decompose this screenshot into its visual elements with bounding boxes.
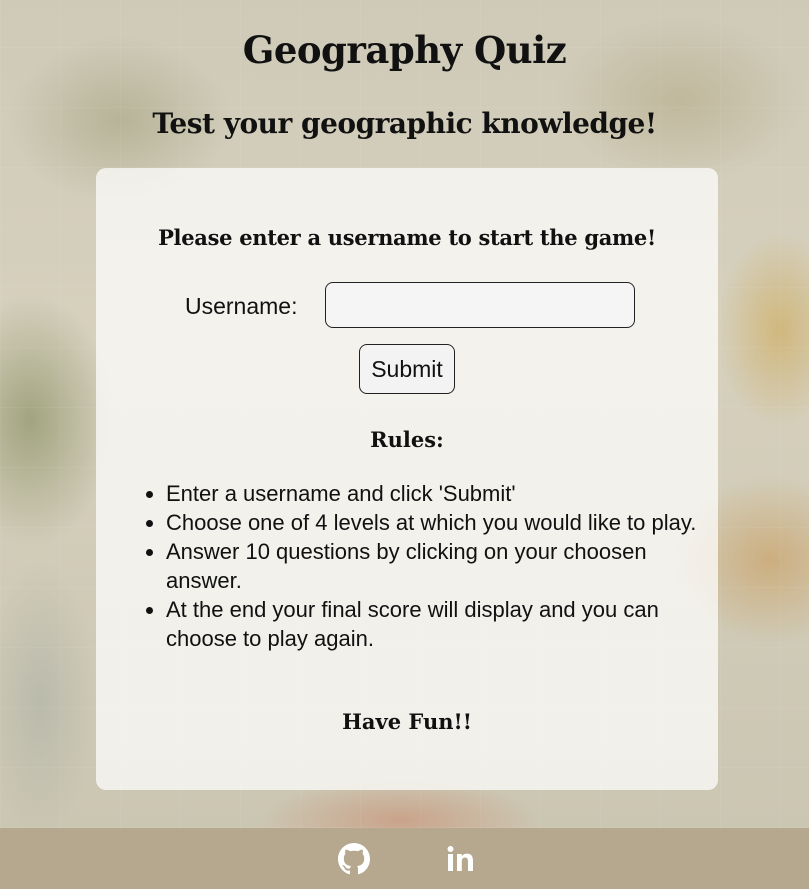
quiz-start-card: Please enter a username to start the gam… xyxy=(96,168,718,790)
username-prompt: Please enter a username to start the gam… xyxy=(158,225,656,250)
have-fun-text: Have Fun!! xyxy=(342,709,472,734)
rules-list: Enter a username and click 'Submit' Choo… xyxy=(146,479,706,653)
footer xyxy=(0,828,809,889)
github-link[interactable] xyxy=(338,843,370,875)
username-input[interactable] xyxy=(325,282,635,328)
submit-button[interactable]: Submit xyxy=(359,344,455,394)
page-title: Geography Quiz xyxy=(242,28,567,72)
page-subtitle: Test your geographic knowledge! xyxy=(152,107,657,140)
rules-item: At the end your final score will display… xyxy=(146,595,706,653)
github-icon xyxy=(338,843,370,875)
rules-heading: Rules: xyxy=(370,427,444,452)
linkedin-icon xyxy=(447,846,473,871)
rules-item: Answer 10 questions by clicking on your … xyxy=(146,537,706,595)
username-label: Username: xyxy=(185,293,298,319)
rules-item: Choose one of 4 levels at which you woul… xyxy=(146,508,706,537)
linkedin-link[interactable] xyxy=(445,843,477,875)
rules-item: Enter a username and click 'Submit' xyxy=(146,479,706,508)
